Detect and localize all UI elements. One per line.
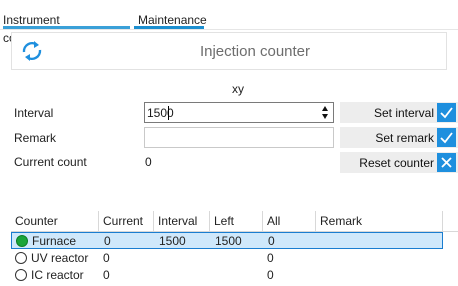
column-header-counter[interactable]: Counter	[11, 211, 99, 232]
cell-left: 1500	[215, 234, 242, 248]
cell-interval: 1500	[159, 234, 186, 248]
tab-instrument-configuration[interactable]: Instrument configuration	[3, 11, 130, 45]
table-row[interactable]: IC reactor 0 0	[11, 267, 443, 284]
set-remark-button[interactable]: Set remark	[340, 127, 458, 148]
reset-counter-button[interactable]: Reset counter	[340, 152, 458, 173]
cell-current: 0	[103, 268, 110, 282]
set-interval-button[interactable]: Set interval	[340, 102, 458, 123]
radio-selected-icon[interactable]	[16, 235, 28, 247]
cell-counter: IC reactor	[31, 268, 84, 282]
table-row[interactable]: UV reactor 0 0	[11, 250, 443, 267]
column-header-left[interactable]: Left	[210, 211, 263, 232]
interval-label: Interval	[14, 106, 54, 120]
interval-value: 1500	[147, 106, 174, 120]
cell-current: 0	[103, 251, 110, 265]
stepper-arrows-icon[interactable]	[321, 104, 329, 121]
interval-stepper[interactable]: 1500	[144, 102, 334, 123]
remark-label: Remark	[14, 131, 57, 145]
check-icon	[437, 128, 456, 147]
reset-counter-label: Reset counter	[359, 156, 434, 170]
set-remark-label: Set remark	[375, 131, 434, 145]
panel-header: Injection counter	[11, 32, 447, 70]
cell-counter: Furnace	[32, 234, 77, 248]
tab-bar: Instrument configuration Maintenance	[0, 0, 458, 45]
column-header-remark[interactable]: Remark	[316, 211, 443, 232]
tab-maintenance[interactable]: Maintenance	[134, 11, 207, 29]
current-count-value: 0	[145, 155, 152, 169]
page-title: Injection counter	[199, 43, 311, 60]
radio-unselected-icon[interactable]	[15, 252, 27, 264]
cell-counter: UV reactor	[31, 251, 89, 265]
column-header-interval[interactable]: Interval	[154, 211, 210, 232]
cell-all: 0	[268, 234, 275, 248]
check-icon	[437, 103, 456, 122]
close-icon	[437, 153, 456, 172]
radio-unselected-icon[interactable]	[15, 269, 27, 281]
remark-input[interactable]	[144, 127, 334, 148]
column-header-all[interactable]: All	[263, 211, 316, 232]
current-count-label: Current count	[14, 155, 87, 169]
column-header-filler	[443, 211, 458, 232]
cell-current: 0	[104, 234, 111, 248]
cell-all: 0	[267, 251, 274, 265]
section-subtitle: xy	[232, 82, 244, 96]
set-interval-label: Set interval	[373, 106, 434, 120]
table-row[interactable]: Furnace 0 1500 1500 0	[11, 232, 443, 249]
cell-all: 0	[267, 268, 274, 282]
text-caret	[168, 106, 169, 120]
column-header-current[interactable]: Current	[99, 211, 154, 232]
